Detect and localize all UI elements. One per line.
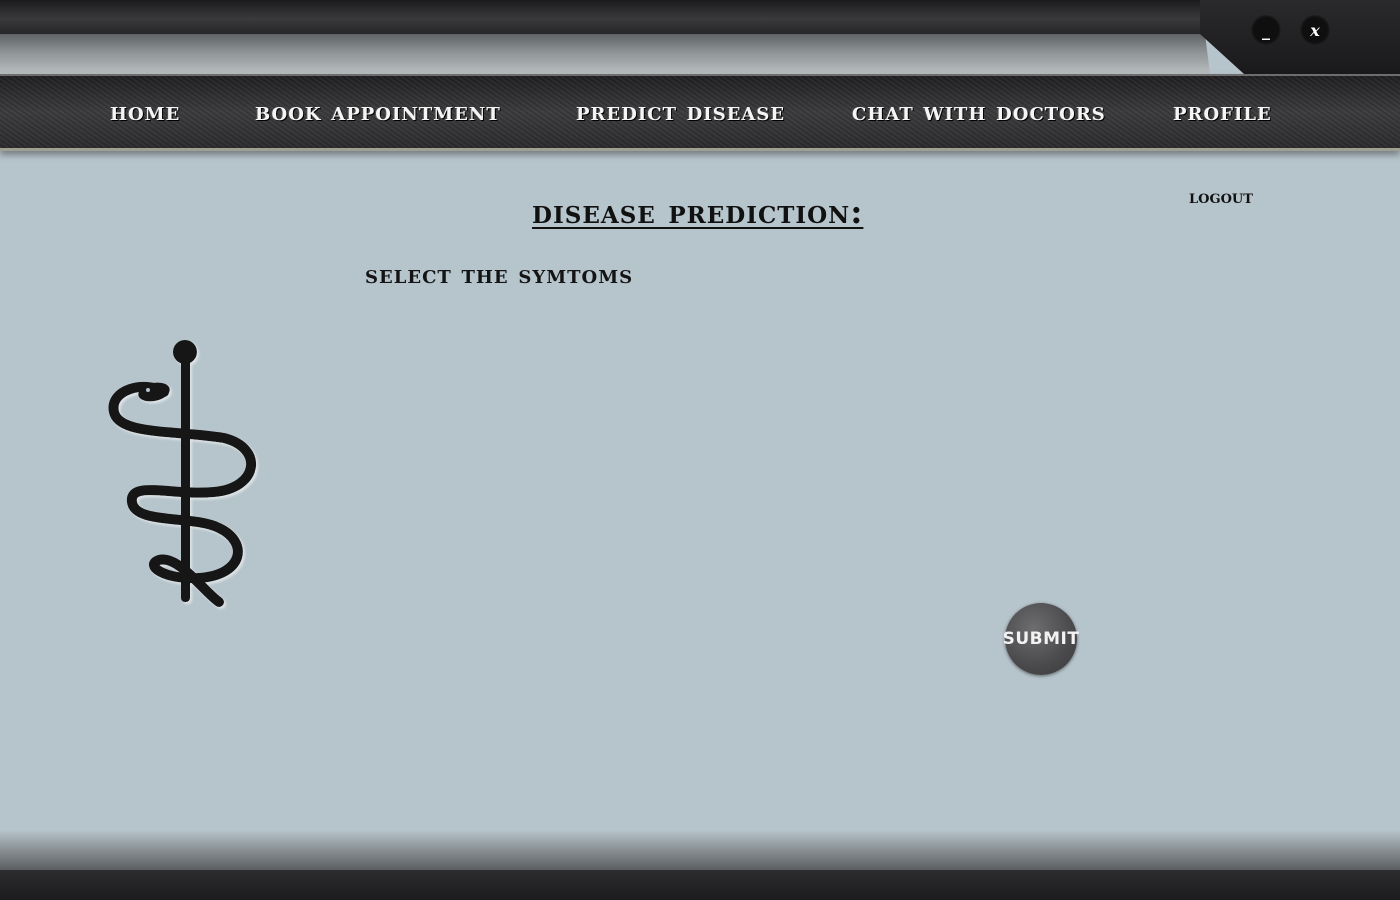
nav-item-book-appointment[interactable]: Book Appointment <box>255 92 501 132</box>
nav-item-chat-with-doctors[interactable]: Chat with Doctors <box>852 92 1106 132</box>
bottom-fade <box>0 830 1400 870</box>
title-bar-controls-area <box>1200 0 1400 74</box>
nav-item-profile[interactable]: Profile <box>1173 92 1272 132</box>
title-bar-shelf <box>0 34 1210 74</box>
close-button[interactable]: x <box>1300 15 1330 45</box>
select-symptoms-label: Select the symtoms <box>365 260 634 289</box>
page-title: Disease Prediction: <box>532 192 864 231</box>
main-nav-bar: Home Book Appointment Predict Disease Ch… <box>0 74 1400 151</box>
nav-item-predict-disease[interactable]: Predict Disease <box>576 92 785 132</box>
rod-of-asclepius-icon <box>108 340 256 607</box>
minimize-button[interactable]: _ <box>1251 15 1281 45</box>
nav-item-home[interactable]: Home <box>110 92 180 132</box>
bottom-bar <box>0 870 1400 900</box>
submit-button[interactable]: Submit <box>1003 603 1079 675</box>
title-bar <box>0 0 1400 34</box>
logout-link[interactable]: Logout <box>1189 186 1253 208</box>
